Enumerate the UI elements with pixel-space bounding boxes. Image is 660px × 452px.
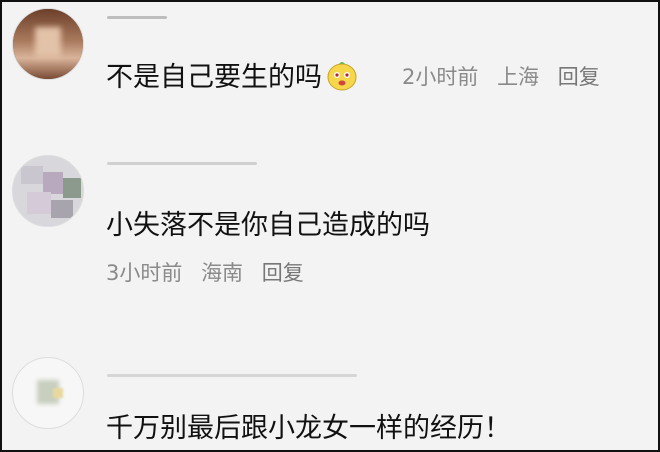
comment-time: 2小时前 — [402, 65, 479, 89]
comment-location: 上海 — [497, 65, 540, 89]
comment-text: 不是自己要生的吗 — [106, 62, 322, 93]
username-blurred — [107, 162, 257, 165]
avatar[interactable] — [12, 8, 84, 80]
avatar[interactable] — [12, 357, 84, 429]
comment-text: 小失落不是你自己造成的吗 — [106, 210, 430, 241]
comment-text: 千万别最后跟小龙女一样的经历！ — [106, 413, 511, 444]
reply-button[interactable]: 回复 — [558, 65, 600, 89]
avatar[interactable] — [12, 155, 84, 227]
yellow-face-emoji-icon — [326, 59, 358, 91]
comment-time: 3小时前 — [106, 261, 183, 285]
username-blurred — [107, 16, 167, 19]
username-blurred — [107, 374, 357, 377]
comment-list: 不是自己要生的吗 2小时前 上海 回复 小失落不是你自己造成的吗 3小时前 海南… — [0, 0, 660, 452]
comment-location: 海南 — [201, 261, 244, 285]
reply-button[interactable]: 回复 — [262, 261, 304, 285]
